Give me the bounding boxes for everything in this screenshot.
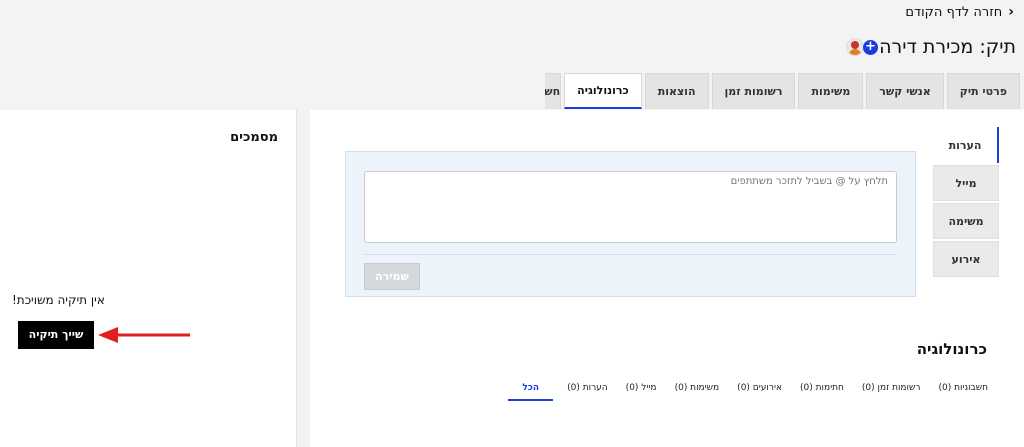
documents-title: מסמכים [230, 130, 278, 145]
back-link-label: חזרה לדף הקודם [905, 4, 1003, 20]
tab-expenses[interactable]: הוצאות [644, 73, 709, 109]
add-user-button[interactable]: + [863, 40, 878, 55]
note-input[interactable] [364, 171, 897, 243]
timeline-filters: הכל הערות (0) מייל (0) משימות (0) אירועי… [508, 380, 992, 401]
tab-tasks[interactable]: משימות [798, 73, 864, 109]
main-panel: הערות מייל משימה אירוע שמירה כרונולוגיה … [310, 110, 1024, 447]
annotation-arrow-icon [98, 327, 190, 343]
attach-folder-button[interactable]: שייך תיקיה [18, 321, 94, 349]
filter-all[interactable]: הכל [508, 380, 554, 401]
tab-invoices[interactable]: חשבו [545, 73, 562, 109]
side-tab-event[interactable]: אירוע [933, 241, 999, 277]
save-button[interactable]: שמירה [364, 263, 420, 290]
filter-invoices[interactable]: חשבוניות (0) [934, 380, 992, 401]
side-tab-mail[interactable]: מייל [933, 165, 999, 201]
side-tab-notes[interactable]: הערות [933, 127, 999, 163]
case-tabs: פרטי תיק אנשי קשר משימות רשומות זמן הוצא… [545, 73, 1020, 111]
tab-contacts[interactable]: אנשי קשר [866, 73, 944, 109]
side-tab-task[interactable]: משימה [933, 203, 999, 239]
avatar[interactable] [846, 38, 864, 56]
filter-signatures[interactable]: חתימות (0) [796, 380, 848, 401]
note-composer: שמירה [345, 151, 916, 297]
tab-case-details[interactable]: פרטי תיק [946, 73, 1020, 109]
tab-time-records[interactable]: רשומות זמן [711, 73, 796, 109]
filter-mail[interactable]: מייל (0) [622, 380, 661, 401]
tab-chronology[interactable]: כרונולוגיה [564, 73, 642, 109]
timeline-title: כרונולוגיה [916, 340, 987, 358]
back-link[interactable]: ‹ חזרה לדף הקודם [905, 4, 1014, 20]
documents-panel: מסמכים אין תיקיה משויכת! שייך תיקיה [0, 110, 297, 447]
page-title: תיק: מכירת דירה [879, 36, 1016, 58]
filter-events[interactable]: אירועים (0) [733, 380, 786, 401]
note-divider [364, 254, 897, 255]
filter-time-records[interactable]: רשומות זמן (0) [858, 380, 925, 401]
no-folder-message: אין תיקיה משויכת! [12, 293, 105, 307]
chevron-left-icon: ‹ [1008, 4, 1014, 20]
filter-notes[interactable]: הערות (0) [563, 380, 612, 401]
filter-tasks[interactable]: משימות (0) [671, 380, 724, 401]
